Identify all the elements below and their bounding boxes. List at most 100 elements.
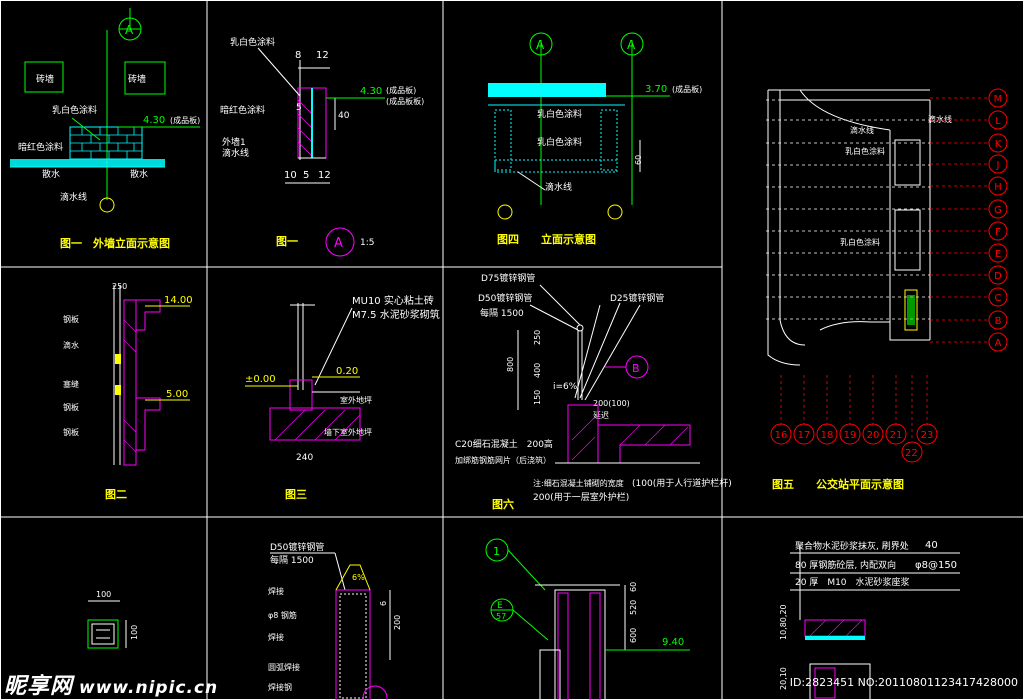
p9-h3: 600 <box>629 628 638 643</box>
p9-h1: 60 <box>629 582 638 592</box>
p2-dim-12: 12 <box>316 50 329 61</box>
p6-h3: 400 <box>533 363 542 378</box>
grid-letter-bubble-F: F <box>988 221 1008 241</box>
p4-lbl3: 塞缝 <box>63 379 79 389</box>
caption-fig1b: 图一 <box>276 235 298 248</box>
panel-bottom-3: 1 E 57 60 520 600 9.40 <box>485 538 690 700</box>
panel-fig5-plan: 滴水线 乳白色涂料 乳白色涂料 滴水线 MLKJHGFEDCBA 16 17 1… <box>766 88 1008 491</box>
p2-dim-12b: 12 <box>318 170 331 181</box>
p2-note2: (成品板板) <box>386 96 424 106</box>
grid-number-label: 16 <box>775 430 788 441</box>
p9-axis-e: E <box>497 601 503 611</box>
p9-h2: 520 <box>629 600 638 615</box>
p5-line2: M7.5 水泥砂浆砌筑 <box>352 308 440 321</box>
grid-letter-label: M <box>994 94 1003 105</box>
p6-dim2: 延迟 <box>593 410 609 420</box>
p8-l3: 焊接 <box>268 632 284 642</box>
grid-letter-label: E <box>995 249 1001 260</box>
grid-number-bubble-17: 17 <box>793 423 815 445</box>
grid-letter-bubble-K: K <box>988 133 1008 153</box>
p6-spacing: 每隔 1500 <box>480 307 524 319</box>
p10-row1: 聚合物水泥砂浆抹灰, 刷界处 <box>795 540 909 552</box>
p3-paint2: 乳白色涂料 <box>537 136 582 148</box>
p2-dim-5b: 5 <box>303 170 309 181</box>
label-paint: 乳白色涂料 <box>52 104 97 116</box>
grid-number-label: 17 <box>798 430 811 441</box>
p9-axis-1: 1 <box>493 545 500 558</box>
grid-number-label: 19 <box>844 430 857 441</box>
panel-fig1-section: 乳白色涂料 8 12 5 暗红色涂料 外墙1 滴水线 40 4.30 (成品板)… <box>220 36 424 257</box>
grid-letter-label: H <box>994 182 1002 193</box>
p5-w: 240 <box>296 453 313 463</box>
p3-elev: 3.70 <box>645 84 667 95</box>
p5-zero: ±0.00 <box>245 374 276 385</box>
caption-fig4: 图四 立面示意图 <box>497 232 596 246</box>
grid-letter-bubble-C: C <box>988 287 1008 307</box>
p8-spacing: 每隔 1500 <box>270 554 314 566</box>
p2-paint: 乳白色涂料 <box>230 36 275 48</box>
panel-fig3: MU10 实心粘土砖 M7.5 水泥砂浆砌筑 ±0.00 0.20 室外地坪 墙… <box>245 294 440 501</box>
p3-paint1: 乳白色涂料 <box>537 108 582 120</box>
grid-letter-label: C <box>995 293 1002 304</box>
watermark-brand: 昵享网 www.nipic.cn <box>4 668 218 700</box>
watermark-id: ID:2823451 NO:20110801123417428000 <box>789 676 1018 689</box>
p2-wall2: 滴水线 <box>222 147 249 159</box>
p3-h-60: 60 <box>634 155 643 165</box>
grid-letter-bubble-M: M <box>988 88 1008 108</box>
grid-letter-label: F <box>995 227 1001 238</box>
p6-concrete: C20细石混凝土 200高 <box>455 438 553 450</box>
p10-row2v: φ8@150 <box>915 560 957 571</box>
p8-top: 6 <box>379 601 388 606</box>
svg-text:6%: 6% <box>352 573 365 582</box>
p2-dim-5: 5 <box>296 103 302 113</box>
label-slope-2: 散水 <box>130 168 148 180</box>
panel-fig1-exterior-wall: 砖墙 砖墙 A 乳白色涂料 暗红色涂料 散水 散水 滴水线 4.30 (成品板)… <box>10 8 200 250</box>
p5-wall: 室外地坪 <box>340 395 372 405</box>
caption-fig1a: 图一 外墙立面示意图 <box>60 236 170 250</box>
grid-number-label: 20 <box>867 430 880 441</box>
grid-letter-bubble-E: E <box>988 243 1008 263</box>
p4-elev2: 5.00 <box>166 389 188 400</box>
p8-l2: φ8 钢筋 <box>268 610 297 620</box>
p5-elev: 0.20 <box>336 366 358 377</box>
panel-bottom-2: D50镀锌钢管 每隔 1500 6% 焊接 φ8 钢筋 焊接 圆弧焊接 焊接钢 … <box>268 541 402 700</box>
label-red-paint: 暗红色涂料 <box>18 141 63 153</box>
grid-number-label: 21 <box>890 430 903 441</box>
grid-letter-bubble-A: A <box>988 332 1008 352</box>
p8-l4: 圆弧焊接 <box>268 662 300 672</box>
p3-drain: 滴水线 <box>545 181 572 193</box>
p10-row2: 80 厚钢筋砼层, 内配双向 <box>795 559 896 571</box>
svg-text:乳白色涂料: 乳白色涂料 <box>845 146 885 156</box>
p6-pipe1: D75镀锌钢管 <box>481 272 535 284</box>
svg-text:滴水线: 滴水线 <box>850 125 874 135</box>
p10-dim2: 20,10 <box>779 667 788 690</box>
p2-dim-8: 8 <box>295 50 301 61</box>
grid-letter-label: G <box>994 205 1002 216</box>
grid-letter-label: K <box>995 139 1002 150</box>
p10-row3: 20 厚 M10 水泥砂浆座浆 <box>795 576 910 588</box>
p8-h: 200 <box>393 615 402 630</box>
label-brick-2: 砖墙 <box>128 73 146 85</box>
caption-fig2: 图二 <box>105 488 127 501</box>
caption-fig5: 图五 公交站平面示意图 <box>772 477 904 491</box>
p6-h2: 250 <box>533 330 542 345</box>
grid-letter-bubble-J: J <box>988 154 1008 174</box>
p3-note: (成品板) <box>672 84 702 94</box>
watermark-url: www.nipic.cn <box>79 678 219 698</box>
grid-letter-bubble-L: L <box>988 110 1008 130</box>
p4-top: 250 <box>112 282 127 291</box>
p6-h4: 150 <box>533 390 542 405</box>
p5-line1: MU10 实心粘土砖 <box>352 294 434 307</box>
scale-1-5: 1:5 <box>360 238 374 248</box>
grid-letter-label: A <box>995 338 1002 349</box>
p3-axis-a2: A <box>627 38 636 52</box>
label-brick-1: 砖墙 <box>36 73 54 85</box>
grid-letter-label: L <box>995 116 1001 127</box>
grid-number-bubble-16: 16 <box>770 423 792 445</box>
grid-letter-bubble-G: G <box>988 199 1008 219</box>
cad-drawing-canvas: 砖墙 砖墙 A 乳白色涂料 暗红色涂料 散水 散水 滴水线 4.30 (成品板)… <box>0 0 1024 700</box>
p8-l1: 焊接 <box>268 586 284 596</box>
p10-dim: 10,80,20 <box>779 604 788 640</box>
grid-letter-label: J <box>996 160 1000 171</box>
grid-letter-bubbles: ML KJH GFEDC BA <box>988 88 1008 352</box>
